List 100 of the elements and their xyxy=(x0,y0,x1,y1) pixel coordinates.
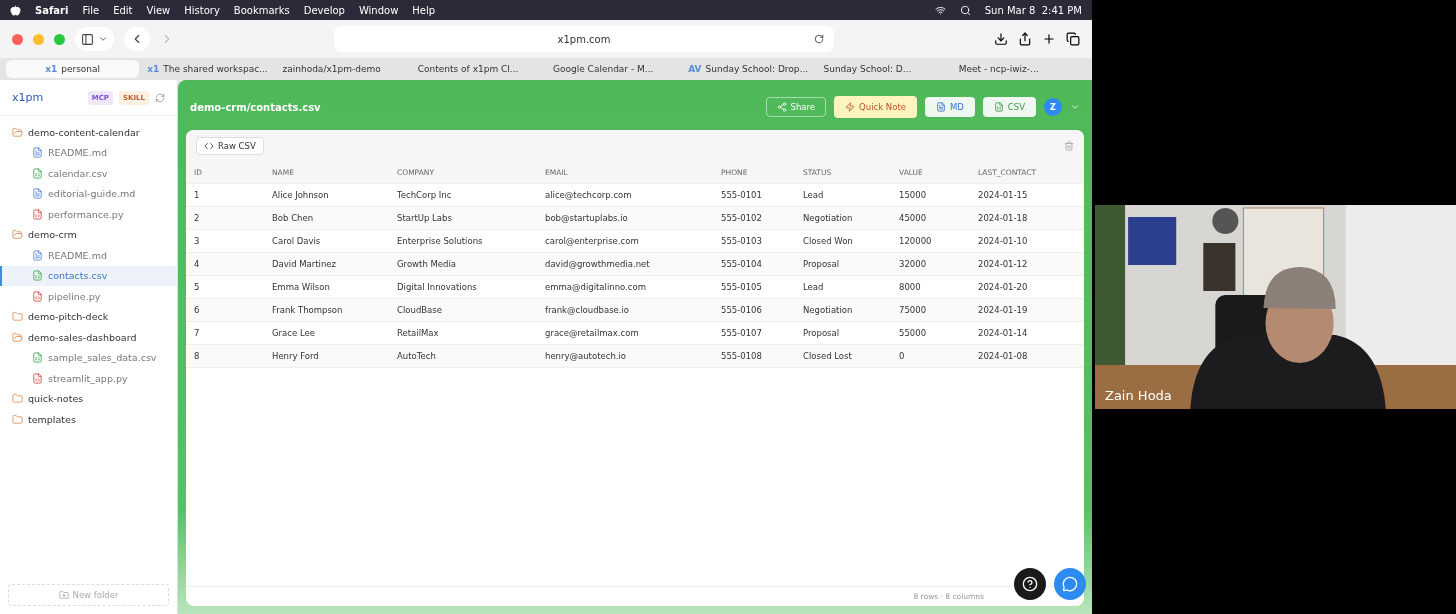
menu-item[interactable]: View xyxy=(146,4,171,16)
menu-item[interactable]: Bookmarks xyxy=(233,4,290,16)
table-cell: bob@startuplabs.io xyxy=(537,207,713,230)
lightning-icon xyxy=(845,102,856,112)
folder-item[interactable]: demo-content-calendar xyxy=(0,122,177,143)
tree-node[interactable]: sample_sales_data.csv xyxy=(0,347,177,368)
open-folder-icon xyxy=(12,331,23,343)
table-cell: 6 xyxy=(186,299,264,322)
tree-node[interactable]: README.md xyxy=(0,142,177,163)
chat-button[interactable] xyxy=(1054,568,1086,600)
user-avatar[interactable]: Z xyxy=(1044,98,1062,116)
folder-icon xyxy=(12,413,23,425)
table-cell: 0 xyxy=(891,345,970,368)
folder-item[interactable]: templates xyxy=(0,409,177,430)
new-tab-icon[interactable] xyxy=(1042,32,1056,46)
document-name: calendar.csv xyxy=(48,167,108,179)
sidebar-icon xyxy=(81,32,94,46)
spreadsheet-icon xyxy=(32,352,43,364)
browser-tab[interactable]: AV Sunday School: Drop... xyxy=(682,60,816,78)
document-name: editorial-guide.md xyxy=(48,188,136,200)
document-icon xyxy=(935,102,946,112)
back-button[interactable] xyxy=(124,27,150,51)
help-icon xyxy=(1022,576,1038,592)
menu-item[interactable]: Develop xyxy=(303,4,345,16)
md-button[interactable]: MD xyxy=(924,97,975,117)
wifi-icon[interactable] xyxy=(934,4,946,16)
document-name: README.md xyxy=(48,249,107,261)
file-path: demo-crm/contacts.csv xyxy=(190,101,322,113)
table-cell: 8 xyxy=(186,345,264,368)
open-folder-icon xyxy=(12,126,23,138)
app-menu[interactable]: Safari xyxy=(35,4,69,16)
address-bar[interactable]: x1pm.com xyxy=(334,26,834,52)
folder-icon xyxy=(12,393,23,405)
folder-name: demo-pitch-deck xyxy=(28,311,109,323)
menu-item[interactable]: History xyxy=(184,4,220,16)
folder-icon xyxy=(12,311,23,323)
menu-item[interactable]: Help xyxy=(412,4,436,16)
help-button[interactable] xyxy=(1014,568,1046,600)
folder-name: quick-notes xyxy=(28,393,84,405)
table-cell: frank@cloudbase.io xyxy=(537,299,713,322)
document-name: README.md xyxy=(48,147,107,159)
browser-tab[interactable]: Meet - ncp-iwiz-... xyxy=(952,60,1086,78)
table-cell: AutoTech xyxy=(389,345,537,368)
menu-item[interactable]: Edit xyxy=(113,4,133,16)
menu-item[interactable]: File xyxy=(82,4,100,16)
quick-note-button[interactable]: Quick Note xyxy=(834,96,917,118)
chat-icon xyxy=(1062,576,1078,592)
tree-node[interactable]: performance.py xyxy=(0,204,177,225)
spreadsheet-icon xyxy=(32,167,43,179)
tree-node[interactable]: editorial-guide.md xyxy=(0,183,177,204)
browser-tab[interactable]: Google Calendar - M... xyxy=(547,60,681,78)
spreadsheet-icon xyxy=(32,270,43,282)
participant-name: Zain Hoda xyxy=(1105,388,1172,403)
table-cell: 2024-01-12 xyxy=(970,253,1084,276)
table-cell: 555-0106 xyxy=(713,299,795,322)
tree-node[interactable]: streamlit_app.py xyxy=(0,368,177,389)
table-cell: henry@autotech.io xyxy=(537,345,713,368)
folder-item[interactable]: demo-crm xyxy=(0,224,177,245)
code-file-icon xyxy=(32,208,43,220)
apple-icon[interactable] xyxy=(10,4,21,16)
table-cell: 555-0102 xyxy=(713,207,795,230)
search-icon[interactable] xyxy=(959,4,971,16)
browser-tab[interactable]: Sunday School: D... xyxy=(817,60,951,78)
folder-item[interactable]: quick-notes xyxy=(0,388,177,409)
document-icon xyxy=(32,249,43,261)
sidebar-toggle-button[interactable] xyxy=(75,27,114,51)
reload-icon[interactable] xyxy=(814,34,824,44)
folder-item[interactable]: demo-sales-dashboard xyxy=(0,327,177,348)
download-icon[interactable] xyxy=(994,32,1008,46)
share-icon[interactable] xyxy=(1018,32,1032,46)
browser-tab[interactable]: x1 personal xyxy=(6,60,140,78)
tabs-overview-icon[interactable] xyxy=(1066,32,1080,46)
browser-tab[interactable]: Contents of x1pm Cl... xyxy=(411,60,545,78)
table-cell: 45000 xyxy=(891,207,970,230)
table-cell: StartUp Labs xyxy=(389,207,537,230)
app-brand: x1pm xyxy=(12,91,45,104)
close-window-button[interactable] xyxy=(12,33,23,45)
browser-tab[interactable]: x1 The shared workspac... xyxy=(141,60,275,78)
table-cell: Bob Chen xyxy=(264,207,389,230)
browser-tab[interactable]: zainhoda/x1pm-demo xyxy=(276,60,410,78)
table-cell: Closed Lost xyxy=(795,345,891,368)
table-cell: Frank Thompson xyxy=(264,299,389,322)
tree-node[interactable]: calendar.csv xyxy=(0,163,177,184)
tree-node[interactable]: pipeline.py xyxy=(0,286,177,307)
table-cell: David Martinez xyxy=(264,253,389,276)
menu-item[interactable]: Window xyxy=(358,4,399,16)
table-cell: 2 xyxy=(186,207,264,230)
tree-node[interactable]: README.md xyxy=(0,245,177,266)
table-cell: 75000 xyxy=(891,299,970,322)
folder-item[interactable]: demo-pitch-deck xyxy=(0,306,177,327)
table-cell: Henry Ford xyxy=(264,345,389,368)
table-cell: 2024-01-19 xyxy=(970,299,1084,322)
code-icon xyxy=(204,141,214,151)
tree-node[interactable]: contacts.csv xyxy=(0,265,177,286)
document-name: streamlit_app.py xyxy=(48,372,128,384)
table-cell: 4 xyxy=(186,253,264,276)
raw-csv-button[interactable]: Raw CSV xyxy=(196,137,264,155)
folder-name: templates xyxy=(28,413,76,425)
table-cell: 2024-01-08 xyxy=(970,345,1084,368)
table-cell: 32000 xyxy=(891,253,970,276)
